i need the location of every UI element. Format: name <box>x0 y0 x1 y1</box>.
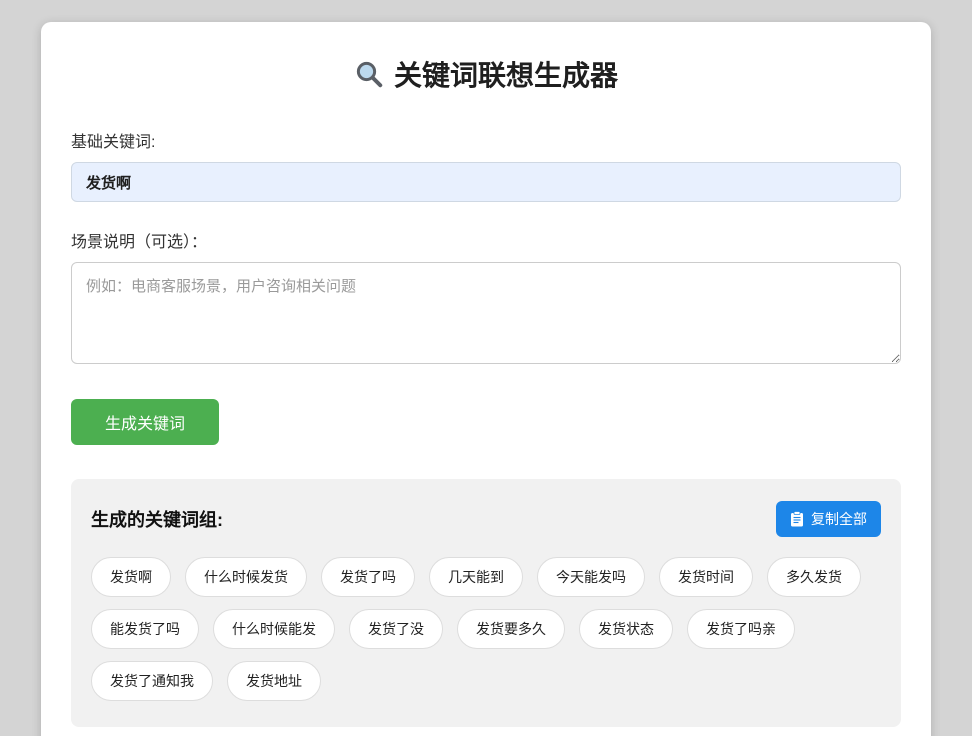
results-title: 生成的关键词组: <box>91 506 223 532</box>
clipboard-icon <box>790 511 804 527</box>
keyword-chip[interactable]: 发货时间 <box>659 557 753 597</box>
page-title: 关键词联想生成器 <box>71 54 901 94</box>
keyword-chip[interactable]: 几天能到 <box>429 557 523 597</box>
copy-all-label: 复制全部 <box>811 509 867 529</box>
results-panel: 生成的关键词组: 复制全部 发货啊什么时候发货发货了吗几天能到今天能发吗 <box>71 479 901 727</box>
keyword-chip[interactable]: 发货地址 <box>227 661 321 701</box>
keyword-chip[interactable]: 什么时候能发 <box>213 609 335 649</box>
page-background: 关键词联想生成器 基础关键词: 场景说明（可选）： 生成关键词 生成的关键词组: <box>0 0 972 736</box>
keyword-chip-list: 发货啊什么时候发货发货了吗几天能到今天能发吗发货时间多久发货能发货了吗什么时候能… <box>91 557 881 701</box>
scene-label: 场景说明（可选）： <box>71 228 901 252</box>
keyword-chip[interactable]: 什么时候发货 <box>185 557 307 597</box>
copy-all-button[interactable]: 复制全部 <box>776 501 881 537</box>
keyword-chip[interactable]: 今天能发吗 <box>537 557 645 597</box>
generate-button[interactable]: 生成关键词 <box>71 399 219 445</box>
page-title-text: 关键词联想生成器 <box>394 54 618 94</box>
keyword-chip[interactable]: 发货了通知我 <box>91 661 213 701</box>
results-header: 生成的关键词组: 复制全部 <box>91 501 881 537</box>
keyword-input[interactable] <box>71 162 901 202</box>
keyword-chip[interactable]: 发货了吗 <box>321 557 415 597</box>
keyword-chip[interactable]: 发货了吗亲 <box>687 609 795 649</box>
keyword-chip[interactable]: 发货要多久 <box>457 609 565 649</box>
generator-card: 关键词联想生成器 基础关键词: 场景说明（可选）： 生成关键词 生成的关键词组: <box>41 22 931 736</box>
scene-textarea[interactable] <box>71 262 901 364</box>
keyword-chip[interactable]: 发货状态 <box>579 609 673 649</box>
keyword-chip[interactable]: 发货啊 <box>91 557 171 597</box>
keyword-chip[interactable]: 能发货了吗 <box>91 609 199 649</box>
keyword-chip[interactable]: 发货了没 <box>349 609 443 649</box>
magnifier-icon <box>354 59 384 89</box>
keyword-chip[interactable]: 多久发货 <box>767 557 861 597</box>
keyword-label: 基础关键词: <box>71 128 901 152</box>
